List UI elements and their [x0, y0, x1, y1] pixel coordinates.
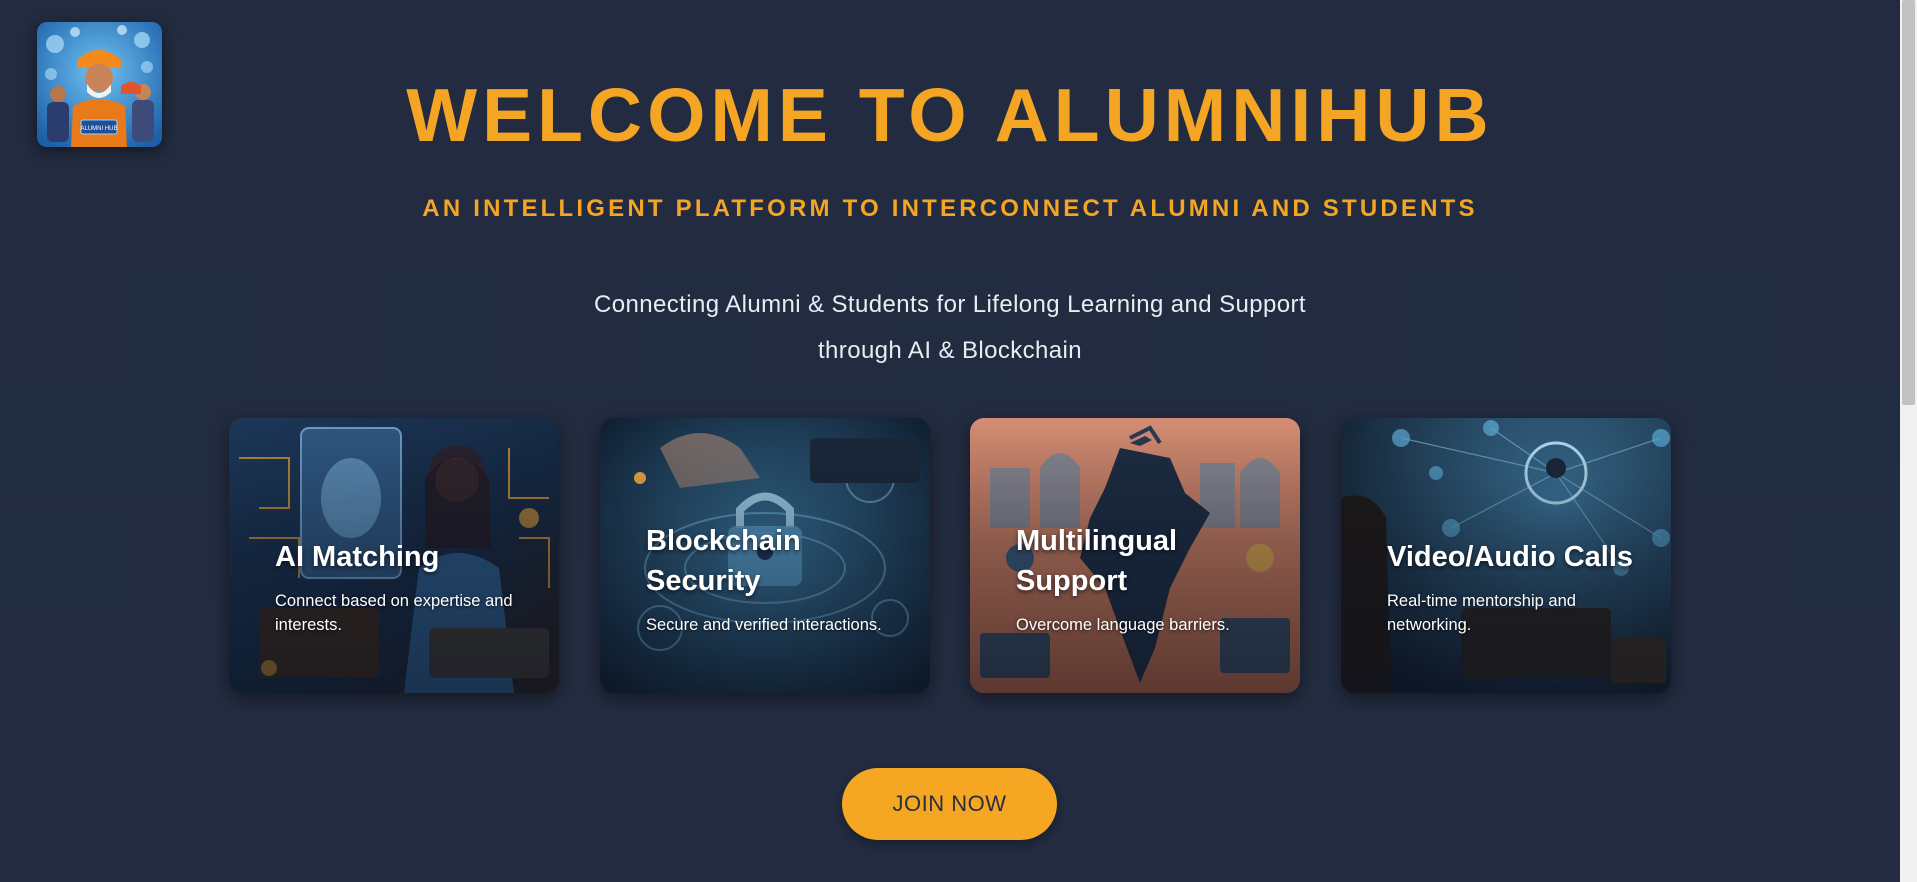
- tagline: Connecting Alumni & Students for Lifelon…: [0, 282, 1900, 374]
- feature-card-ai-matching[interactable]: AI Matching Connect based on expertise a…: [229, 418, 559, 693]
- page-scrollbar[interactable]: [1900, 0, 1917, 882]
- page: ALUMNI HUB WELCOME TO ALUMNIHUB AN INTEL…: [0, 0, 1900, 882]
- tagline-line-2: through AI & Blockchain: [817, 337, 1083, 364]
- card-title: Blockchain Security: [646, 525, 801, 597]
- page-title: WELCOME TO ALUMNIHUB: [406, 73, 1494, 157]
- tagline-line-1: Connecting Alumni & Students for Lifelon…: [594, 291, 1306, 318]
- card-description: Secure and verified interactions.: [646, 616, 882, 634]
- join-now-button[interactable]: JOIN NOW: [842, 768, 1057, 840]
- card-description: Real-time mentorship and networking.: [1387, 592, 1576, 634]
- card-content: Blockchain Security Secure and verified …: [646, 521, 912, 637]
- card-content: Multilingual Support Overcome language b…: [1016, 521, 1282, 637]
- scrollbar-thumb[interactable]: [1902, 0, 1915, 405]
- card-description: Connect based on expertise and interests…: [275, 592, 513, 634]
- feature-cards: AI Matching Connect based on expertise a…: [229, 418, 1671, 693]
- card-content: AI Matching Connect based on expertise a…: [275, 537, 541, 637]
- card-title: Video/Audio Calls: [1387, 541, 1634, 573]
- card-description: Overcome language barriers.: [1016, 616, 1230, 634]
- feature-card-video-audio-calls[interactable]: Video/Audio Calls Real-time mentorship a…: [1341, 418, 1671, 693]
- page-subtitle: AN INTELLIGENT PLATFORM TO INTERCONNECT …: [422, 195, 1478, 222]
- feature-card-blockchain-security[interactable]: Blockchain Security Secure and verified …: [600, 418, 930, 693]
- card-content: Video/Audio Calls Real-time mentorship a…: [1387, 537, 1653, 637]
- feature-card-multilingual-support[interactable]: Multilingual Support Overcome language b…: [970, 418, 1300, 693]
- card-title: Multilingual Support: [1016, 525, 1178, 597]
- card-title: AI Matching: [275, 541, 440, 573]
